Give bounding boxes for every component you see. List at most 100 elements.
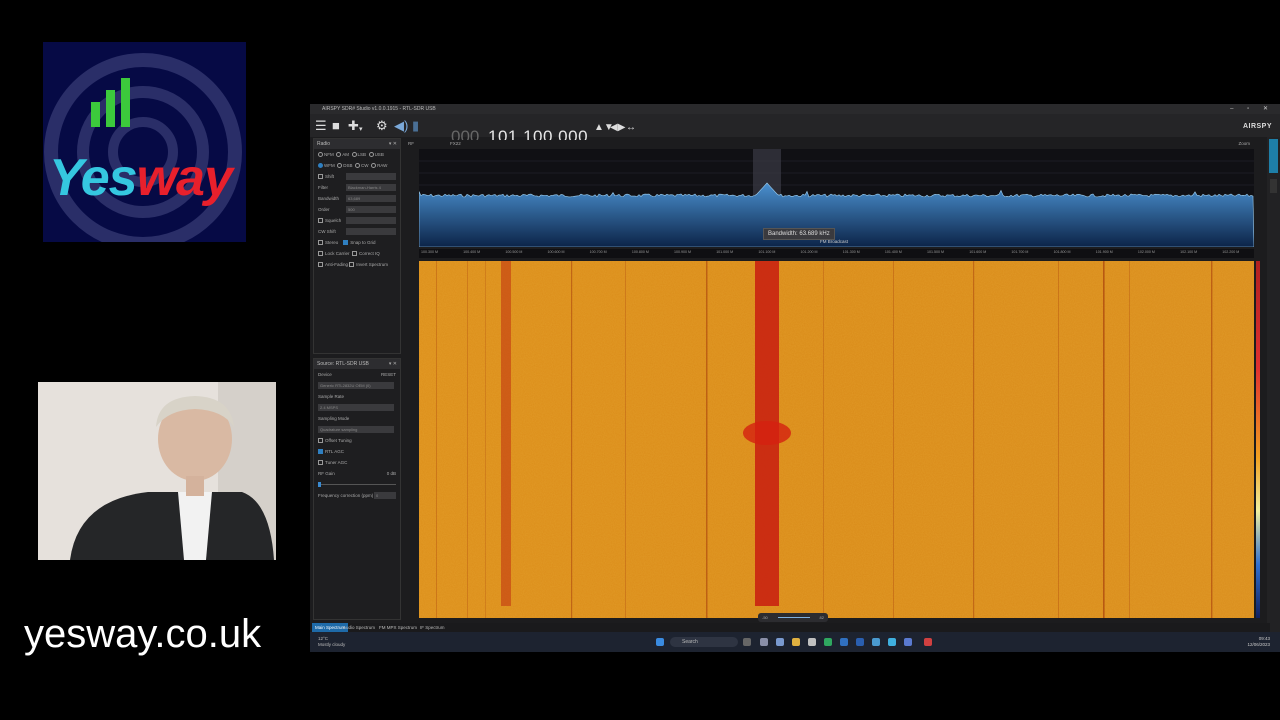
tab-audio-spectrum[interactable]: Audio Spectrum [340,623,378,632]
mode-am[interactable]: AM [336,152,349,158]
logo-yes: Yes [49,149,138,207]
mode-nfm[interactable]: NFM [318,152,334,158]
taskbar-clock[interactable]: 09:43 12/06/2023 [1247,636,1270,648]
weather-widget[interactable]: 12°C Mostly cloudy [318,636,345,648]
zoom-slider[interactable]: -50 82 [758,613,828,622]
axis-tick-label: 101.500 M [927,250,945,254]
waterfall-carrier-line [706,261,708,618]
invert-spectrum-checkbox[interactable]: Invert Spectrum [349,262,388,268]
opts-row-3: Anti-Fading Invert Spectrum [314,259,400,270]
axis-tick-label: 100.300 M [421,250,438,254]
frequency-manager-tab[interactable] [1269,139,1278,173]
waterfall-display[interactable] [419,261,1254,618]
store-icon[interactable] [840,638,848,646]
shift-field[interactable] [346,173,396,180]
offset-tuning-checkbox[interactable]: Offset Tuning [314,435,400,446]
mode-dsb[interactable]: DSB [337,163,353,169]
lock-carrier-checkbox[interactable]: Lock Carrier [318,251,350,257]
window-titlebar: AIRSPY SDR# Studio v1.0.0.1915 - RTL-SDR… [310,104,1280,114]
volume-slider[interactable]: ▮ [412,118,419,133]
tab-fm-mpx-spectrum[interactable]: FM MPX Spectrum [376,623,420,632]
rtl-agc-checkbox[interactable]: RTL AGC [314,446,400,457]
stereo-checkbox[interactable]: Stereo [318,240,338,246]
display-tab[interactable] [1270,179,1277,193]
mode-cw[interactable]: CW [355,163,369,169]
waterfall-carrier-line [1211,261,1213,618]
mode-usb[interactable]: USB [368,152,384,158]
panel-controls[interactable]: ▾ ✕ [389,359,397,369]
panel-controls[interactable]: ▾ ✕ [389,139,397,149]
waterfall-carrier-line [625,261,626,618]
device-select[interactable]: Generic RTL2832U OEM (0) [318,382,394,389]
window-controls[interactable]: – ▫ ✕ [1230,104,1274,114]
tune-arrows-icon[interactable]: ◀▶ [610,120,625,135]
anti-fading-checkbox[interactable]: Anti-Fading [318,262,348,268]
tab-if-spectrum[interactable]: IF Spectrum [417,623,448,632]
waterfall-carrier-line [1103,261,1105,618]
mode-raw[interactable]: RAW [371,163,387,169]
correct-iq-checkbox[interactable]: Correct IQ [352,251,380,257]
waterfall-carrier-line [823,261,824,618]
opts-row-1: Stereo Snap to Grid [314,237,400,248]
chrome-icon[interactable] [924,638,932,646]
start-icon[interactable] [656,638,664,646]
phone-link-icon[interactable] [888,638,896,646]
sampling-mode-row: Quadrature sampling [314,424,400,435]
waterfall-colorbar [1256,261,1260,618]
ppm-field[interactable]: 0 [374,492,396,499]
airspy-brand: AIRSPY [1242,123,1272,130]
mode-wfm[interactable]: WFM [318,163,335,169]
file-explorer-icon[interactable] [792,638,800,646]
squelch-field[interactable] [346,217,396,224]
main-toolbar: ☰ ■ ✚ ▾ ⚙ ◀) ▮ 000 101.100.000 ▲▼ ◀▶ ↔ [310,114,1280,146]
speaker-icon[interactable]: ◀) [394,118,408,133]
zoom-label[interactable]: Zoom [1238,140,1250,148]
window-title: AIRSPY SDR# Studio v1.0.0.1915 - RTL-SDR… [322,106,436,112]
reset-button[interactable]: RESET [381,369,396,380]
edge-icon[interactable] [824,638,832,646]
mail-icon[interactable] [856,638,864,646]
spectrum-display[interactable] [419,149,1254,247]
tuner-agc-checkbox[interactable]: Tuner AGC [314,457,400,468]
snap-to-grid-checkbox[interactable]: Snap to Grid [343,240,376,246]
span-icon[interactable]: ↔ [626,120,636,135]
stop-icon[interactable]: ■ [332,118,340,133]
station-trace-100-6 [501,261,511,606]
shift-row[interactable]: Shift [314,171,400,182]
squelch-row[interactable]: Squelch [314,215,400,226]
cw-shift-field[interactable] [346,228,396,235]
right-side-tabs [1267,137,1280,652]
gear-icon[interactable]: ⚙ [376,118,388,133]
station-burst [743,421,791,445]
rf-gain-slider[interactable] [314,479,400,490]
mode-lsb[interactable]: LSB [351,152,366,158]
menu-icon[interactable]: ☰ [315,118,327,133]
clock-date: 12/06/2023 [1247,642,1270,647]
waterfall-carrier-line [467,261,468,618]
axis-tick-label: 101.600 M [969,250,987,254]
order-row: Order 500 [314,204,400,215]
rf-gain-row: RF Gain 0 dB [314,468,400,479]
chevron-down-icon[interactable]: ▾ [359,122,363,137]
app-icon[interactable] [760,638,768,646]
task-view-icon[interactable] [743,638,751,646]
order-field[interactable]: 500 [346,206,396,213]
logo-text: Yesway [49,148,233,208]
taskbar-search[interactable]: Search [670,637,738,647]
cw-shift-row: CW Shift [314,226,400,237]
sdr-taskbar-icon[interactable] [904,638,912,646]
waterfall-graph [419,261,1254,618]
chat-icon[interactable] [776,638,784,646]
sampling-mode-select[interactable]: Quadrature sampling [318,426,394,433]
filter-select[interactable]: Blackman-Harris 4 [346,184,396,191]
add-icon[interactable]: ✚ [348,118,359,133]
teams-icon[interactable] [872,638,880,646]
logo-graphic [44,53,242,242]
axis-tick-label: 101.200 M [800,250,818,254]
axis-tick-label: 101.400 M [884,250,902,254]
bandwidth-field[interactable]: 63,689 [346,195,396,202]
calculator-icon[interactable] [808,638,816,646]
sample-rate-select[interactable]: 2.4 MSPS [318,404,394,411]
axis-tick-label: 101.100 M [758,250,776,254]
spectrum-mid-label: FX22 [450,141,461,146]
